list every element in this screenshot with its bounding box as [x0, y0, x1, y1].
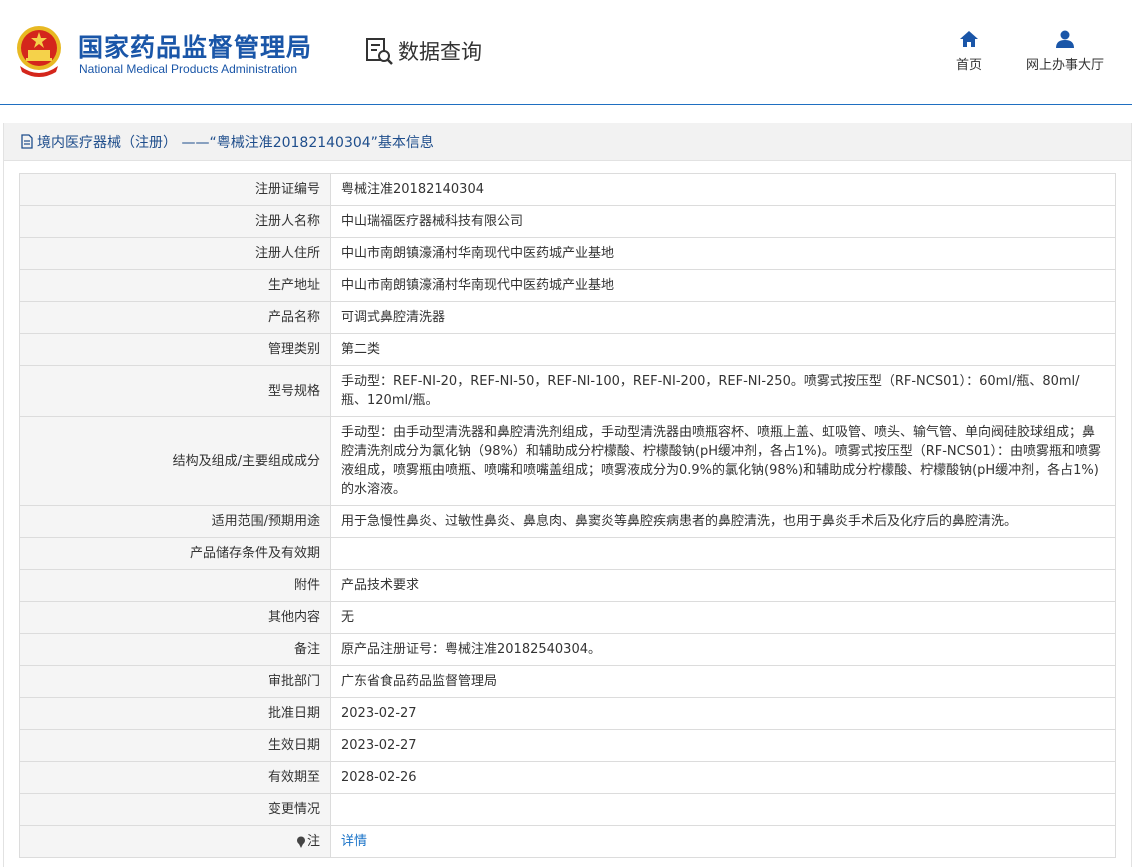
table-row: 产品名称 可调式鼻腔清洗器 — [19, 301, 1116, 334]
row-value: 产品技术要求 — [330, 569, 1116, 602]
document-icon — [21, 134, 33, 149]
row-value: 手动型：由手动型清洗器和鼻腔清洗剂组成，手动型清洗器由喷瓶容杯、喷瓶上盖、虹吸管… — [330, 416, 1116, 506]
row-label: 批准日期 — [19, 697, 331, 730]
pin-icon — [296, 836, 305, 848]
nav-home[interactable]: 首页 — [952, 30, 986, 73]
table-row: 适用范围/预期用途 用于急慢性鼻炎、过敏性鼻炎、鼻息肉、鼻窦炎等鼻腔疾病患者的鼻… — [19, 505, 1116, 538]
registration-info-table: 注册证编号 粤械注准20182140304 注册人名称 中山瑞福医疗器械科技有限… — [19, 173, 1116, 858]
row-value: 手动型：REF-NI-20，REF-NI-50，REF-NI-100，REF-N… — [330, 365, 1116, 417]
row-label: 适用范围/预期用途 — [19, 505, 331, 538]
row-label: 产品储存条件及有效期 — [19, 537, 331, 570]
row-value: 2028-02-26 — [330, 761, 1116, 794]
agency-name-cn: 国家药品监督管理局 — [78, 33, 313, 62]
table-row-note: 注 详情 — [19, 825, 1116, 858]
nav-home-label: 首页 — [955, 58, 982, 73]
table-row: 变更情况 — [19, 793, 1116, 826]
row-value: 用于急慢性鼻炎、过敏性鼻炎、鼻息肉、鼻窦炎等鼻腔疾病患者的鼻腔清洗，也用于鼻炎手… — [330, 505, 1116, 538]
table-row: 产品储存条件及有效期 — [19, 537, 1116, 570]
row-label: 审批部门 — [19, 665, 331, 698]
table-row: 型号规格 手动型：REF-NI-20，REF-NI-50，REF-NI-100，… — [19, 365, 1116, 417]
panel-title: 境内医疗器械（注册） ——“粤械注准20182140304”基本信息 — [37, 134, 434, 151]
table-row: 注册证编号 粤械注准20182140304 — [19, 173, 1116, 206]
data-query-title: 数据查询 — [364, 36, 482, 66]
row-label: 有效期至 — [19, 761, 331, 794]
row-value — [330, 793, 1116, 826]
row-label: 生产地址 — [19, 269, 331, 302]
row-label: 结构及组成/主要组成成分 — [19, 416, 331, 506]
row-label: 备注 — [19, 633, 331, 666]
row-value: 中山市南朗镇濠涌村华南现代中医药城产业基地 — [330, 237, 1116, 270]
row-label: 注册人住所 — [19, 237, 331, 270]
table-row: 注册人住所 中山市南朗镇濠涌村华南现代中医药城产业基地 — [19, 237, 1116, 270]
row-value: 原产品注册证号：粤械注准20182540304。 — [330, 633, 1116, 666]
row-value: 中山市南朗镇濠涌村华南现代中医药城产业基地 — [330, 269, 1116, 302]
table-row: 生产地址 中山市南朗镇濠涌村华南现代中医药城产业基地 — [19, 269, 1116, 302]
home-icon — [960, 31, 978, 47]
data-query-label: 数据查询 — [398, 40, 482, 64]
table-row: 注册人名称 中山瑞福医疗器械科技有限公司 — [19, 205, 1116, 238]
row-label: 变更情况 — [19, 793, 331, 826]
row-value — [330, 537, 1116, 570]
table-row: 管理类别 第二类 — [19, 333, 1116, 366]
row-label: 其他内容 — [19, 601, 331, 634]
user-icon — [1056, 30, 1074, 48]
row-value: 2023-02-27 — [330, 729, 1116, 762]
table-row: 结构及组成/主要组成成分 手动型：由手动型清洗器和鼻腔清洗剂组成，手动型清洗器由… — [19, 416, 1116, 506]
table-row: 批准日期 2023-02-27 — [19, 697, 1116, 730]
row-value: 第二类 — [330, 333, 1116, 366]
document-search-icon — [366, 38, 393, 65]
table-row: 附件 产品技术要求 — [19, 569, 1116, 602]
national-emblem-icon — [17, 26, 61, 77]
row-label: 附件 — [19, 569, 331, 602]
note-label: 注 — [306, 834, 320, 849]
row-label: 注册证编号 — [19, 173, 331, 206]
panel-header: 境内医疗器械（注册） ——“粤械注准20182140304”基本信息 — [4, 123, 1131, 161]
row-value: 中山瑞福医疗器械科技有限公司 — [330, 205, 1116, 238]
row-label: 产品名称 — [19, 301, 331, 334]
note-label-cell: 注 — [19, 825, 331, 858]
table-row: 其他内容 无 — [19, 601, 1116, 634]
row-value: 无 — [330, 601, 1116, 634]
row-value: 广东省食品药品监督管理局 — [330, 665, 1116, 698]
note-value-cell: 详情 — [330, 825, 1116, 858]
table-row: 审批部门 广东省食品药品监督管理局 — [19, 665, 1116, 698]
detail-panel: 境内医疗器械（注册） ——“粤械注准20182140304”基本信息 注册证编号… — [3, 123, 1132, 867]
row-value: 可调式鼻腔清洗器 — [330, 301, 1116, 334]
site-header: 国家药品监督管理局 National Medical Products Admi… — [0, 0, 1132, 105]
table-row: 生效日期 2023-02-27 — [19, 729, 1116, 762]
nav-online-hall[interactable]: 网上办事大厅 — [1020, 30, 1110, 73]
row-value: 2023-02-27 — [330, 697, 1116, 730]
row-label: 生效日期 — [19, 729, 331, 762]
row-label: 型号规格 — [19, 365, 331, 417]
row-label: 管理类别 — [19, 333, 331, 366]
table-row: 备注 原产品注册证号：粤械注准20182540304。 — [19, 633, 1116, 666]
row-label: 注册人名称 — [19, 205, 331, 238]
nav-online-hall-label: 网上办事大厅 — [1025, 58, 1104, 73]
agency-name-en: National Medical Products Administration — [79, 62, 298, 76]
row-value: 粤械注准20182140304 — [330, 173, 1116, 206]
table-row: 有效期至 2028-02-26 — [19, 761, 1116, 794]
details-link[interactable]: 详情 — [341, 834, 367, 849]
